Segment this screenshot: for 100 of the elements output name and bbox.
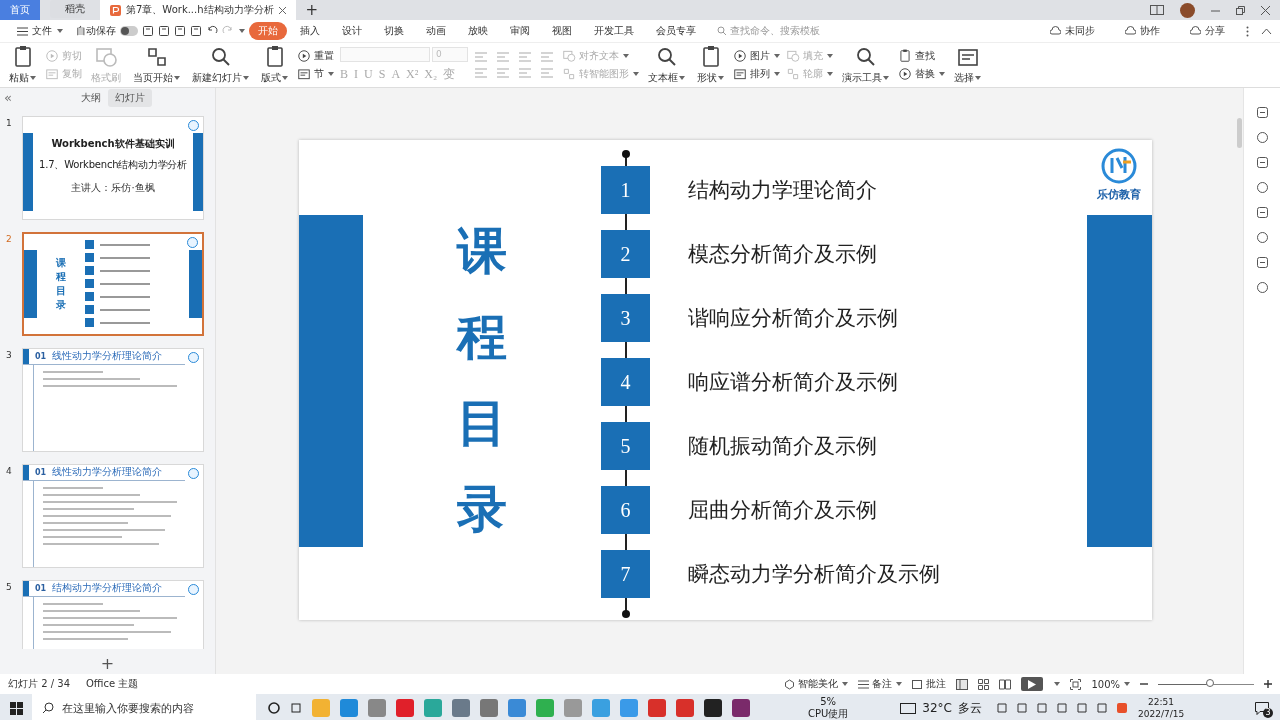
cloud-icon <box>1050 26 1061 36</box>
tray-icon[interactable] <box>1016 702 1028 714</box>
normal-view-icon[interactable] <box>956 678 969 690</box>
number-box: 2 <box>601 230 650 278</box>
more-icon[interactable] <box>1246 25 1249 37</box>
ribbon-button[interactable]: 演示工具 <box>839 45 892 85</box>
taskbar-search-field[interactable]: 在这里输入你要搜索的内容 <box>32 694 256 720</box>
taskbar-app-icon[interactable] <box>704 699 722 717</box>
ribbon-button[interactable]: 图片 <box>733 49 780 63</box>
play-button[interactable] <box>1021 677 1044 691</box>
scrollbar-thumb[interactable] <box>1236 118 1242 148</box>
restore-icon[interactable] <box>1236 5 1245 15</box>
windows-start-icon[interactable] <box>9 701 23 715</box>
task-view-icon[interactable] <box>290 702 302 714</box>
ribbon-button[interactable]: 形状 <box>694 45 727 85</box>
ribbon-button[interactable]: 新建幻灯片 <box>189 45 252 85</box>
ribbon-tab[interactable]: 放映 <box>459 22 497 40</box>
menu-icon <box>17 26 28 36</box>
collapse-ribbon-icon[interactable] <box>1261 27 1272 35</box>
preview-icon[interactable] <box>190 25 202 37</box>
header-action[interactable]: 协作 <box>1116 22 1169 40</box>
slide-thumbnail[interactable]: 01 线性动力学分析理论简介 <box>22 347 204 452</box>
panel-tab[interactable]: 幻灯片 <box>107 88 152 107</box>
notifications-button[interactable]: 3 <box>1252 698 1272 718</box>
tray-icon[interactable] <box>1116 702 1128 714</box>
side-tool-icon[interactable] <box>1255 256 1269 269</box>
zoom-in-icon[interactable] <box>1264 680 1272 688</box>
ribbon-tab[interactable]: 开发工具 <box>585 22 643 40</box>
tray-icon[interactable] <box>1056 702 1068 714</box>
reading-view-icon[interactable] <box>999 678 1012 690</box>
grid-view-icon[interactable] <box>978 678 990 690</box>
contents-item: 模态分析简介及示例 <box>688 241 877 268</box>
collapse-panel-button[interactable]: « <box>4 90 12 106</box>
slide-bar <box>24 249 37 318</box>
play-icon <box>1028 679 1037 689</box>
ribbon-tab[interactable]: 插入 <box>291 22 329 40</box>
comments-button[interactable]: 批注 <box>912 677 947 691</box>
layout-icon[interactable] <box>1150 5 1164 15</box>
ribbon-tab[interactable]: 会员专享 <box>647 22 705 40</box>
ribbon-button[interactable]: 版式 <box>258 45 291 85</box>
side-tool-icon[interactable] <box>1255 156 1269 169</box>
notes-button[interactable]: 备注 <box>858 677 903 691</box>
slide-thumbnail[interactable]: 01 线性动力学分析理论简介 <box>22 463 204 568</box>
ribbon-tab[interactable]: 设计 <box>333 22 371 40</box>
ribbon-button[interactable]: 当页开始 <box>130 45 183 85</box>
file-menu[interactable]: 文件 <box>8 22 72 40</box>
clock[interactable]: 22:51 2022/7/15 <box>1138 696 1185 720</box>
panel-tab[interactable]: 大纲 <box>73 88 108 107</box>
side-tool-icon[interactable] <box>1255 231 1269 244</box>
close-icon[interactable] <box>1261 5 1270 15</box>
new-tab-button[interactable]: + <box>295 0 329 20</box>
ribbon-tab[interactable]: 动画 <box>417 22 455 40</box>
slide-thumbnail[interactable]: 01 结构动力学分析理论简介 <box>22 579 204 649</box>
beautify-button[interactable]: 智能美化 <box>784 677 849 691</box>
slide-thumbnail[interactable]: Workbench软件基础实训 1.7、Workbench结构动力学分析 主讲人：乐仿·鱼枫 <box>22 115 204 220</box>
slide-bar <box>189 249 202 318</box>
zoom-level[interactable]: 100% <box>1091 678 1130 690</box>
ribbon-tab[interactable]: 切换 <box>375 22 413 40</box>
header-action[interactable]: 分享 <box>1181 22 1234 40</box>
slider-thumb[interactable] <box>1205 679 1214 687</box>
print-icon[interactable] <box>174 25 186 37</box>
side-tool-icon[interactable] <box>1255 206 1269 219</box>
ribbon-tab[interactable]: 审阅 <box>501 22 539 40</box>
export-icon[interactable] <box>158 25 170 37</box>
ribbon-button[interactable]: 粘贴 <box>6 45 39 85</box>
tool-icon <box>45 49 59 63</box>
slide-thumbnail[interactable]: 课程目录 <box>22 231 204 336</box>
side-tool-icon[interactable] <box>1255 181 1269 194</box>
comment-icon <box>912 678 924 690</box>
ribbon-button[interactable]: 替换 <box>898 67 945 81</box>
side-tool-icon[interactable] <box>1255 131 1269 144</box>
title-character: 目 <box>457 398 507 448</box>
caret-icon <box>679 76 685 80</box>
ribbon-button[interactable]: 查找 <box>898 49 945 63</box>
document-tab[interactable]: 第7章、Work...h结构动力学分析 <box>100 0 296 20</box>
ribbon-button[interactable]: 排列 <box>733 67 780 81</box>
close-icon[interactable] <box>278 6 286 14</box>
fit-icon[interactable] <box>1070 678 1082 690</box>
side-tool-icon[interactable] <box>1255 281 1269 294</box>
cortana-icon[interactable] <box>268 702 280 714</box>
document-tab[interactable]: 首页 <box>0 0 40 20</box>
ribbon-tab[interactable]: 视图 <box>543 22 581 40</box>
number-box: 3 <box>601 294 650 342</box>
tray-icon[interactable] <box>1096 702 1108 714</box>
thumbnail-title: 线性动力学分析理论简介 <box>52 349 163 364</box>
header-action[interactable]: 未同步 <box>1041 22 1104 40</box>
ribbon-button[interactable]: 文本框 <box>645 45 688 85</box>
logo-text: 乐仿教育 <box>1097 187 1141 202</box>
autosave-toggle[interactable] <box>120 26 138 36</box>
save-icon[interactable] <box>142 25 154 37</box>
add-slide-button[interactable]: + <box>94 653 121 674</box>
avatar[interactable] <box>1180 2 1195 18</box>
ribbon-button[interactable]: 选择 <box>951 45 984 85</box>
side-tool-icon[interactable] <box>1255 106 1269 119</box>
ribbon-button[interactable]: 节 <box>297 67 334 81</box>
font-name-field[interactable] <box>340 47 430 62</box>
tray-icon[interactable] <box>996 702 1008 714</box>
ribbon-button[interactable]: 重置 <box>297 49 334 63</box>
tray-icon[interactable] <box>1036 702 1048 714</box>
tray-icon[interactable] <box>1076 702 1088 714</box>
